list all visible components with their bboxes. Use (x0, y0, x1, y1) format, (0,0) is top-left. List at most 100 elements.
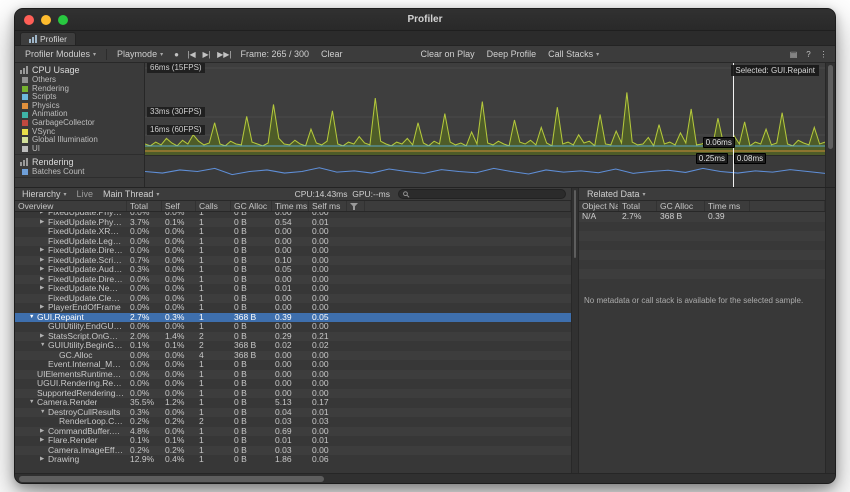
table-row[interactable]: ▶CommandBuffer.BeforeImageEffects4.8%0.0… (15, 427, 571, 437)
table-row[interactable]: ▼GUIUtility.BeginGUI() [Invoke]0.1%0.1%2… (15, 341, 571, 351)
expand-icon[interactable]: ▶ (40, 284, 48, 294)
modules-scrollbar[interactable] (825, 63, 835, 187)
legend-item[interactable]: UI (15, 145, 144, 154)
related-data-row[interactable]: N/A2.7%368 B0.39 (579, 212, 825, 222)
table-row[interactable]: SupportedRenderingFeatures0.0%0.0%10 B0.… (15, 389, 571, 399)
help-icon[interactable]: ? (802, 50, 815, 59)
expand-icon[interactable]: ▶ (40, 218, 48, 228)
table-row[interactable]: ▼DestroyCullResults0.3%0.0%10 B0.040.01 (15, 408, 571, 418)
expand-icon[interactable]: ▶ (40, 436, 48, 446)
table-row[interactable]: FixedUpdate.XRFixedUpdate0.0%0.0%10 B0.0… (15, 227, 571, 237)
calls-value: 1 (196, 379, 231, 389)
table-row[interactable]: GUIUtility.EndGUI() [Invoke]0.0%0.0%10 B… (15, 322, 571, 332)
table-row[interactable]: ▶FixedUpdate.NewInputFixedUpdate0.0%0.0%… (15, 284, 571, 294)
view-mode-dropdown[interactable]: Hierarchy ▾ (18, 189, 71, 200)
sample-table[interactable]: ▶FixedUpdate.Physics2DFixedUpdate0.0%0.0… (15, 212, 571, 473)
table-row[interactable]: UIElementsRuntimeUtilityNativeRepaint0.0… (15, 370, 571, 380)
table-row[interactable]: ▶Flare.Render0.1%0.1%10 B0.010.01 (15, 436, 571, 446)
right-scrollbar[interactable] (825, 188, 835, 473)
table-row[interactable]: ▶StatsScript.OnGUI() [Invoke]2.0%1.4%20 … (15, 332, 571, 342)
record-button[interactable]: ● (170, 50, 183, 59)
chart-column[interactable]: 66ms (15FPS) 33ms (30FPS) 16ms (60FPS) S… (145, 63, 825, 187)
expand-icon[interactable]: ▶ (40, 303, 48, 313)
horizontal-scrollbar[interactable] (15, 473, 835, 483)
table-row[interactable]: ▶FixedUpdate.AudioFixedUpdate0.3%0.0%10 … (15, 265, 571, 275)
table-row[interactable]: ▶PlayerEndOfFrame0.0%0.0%10 B0.000.00 (15, 303, 571, 313)
table-row[interactable]: RenderLoop.CleanupNodeQueue0.2%0.2%20 B0… (15, 417, 571, 427)
table-row[interactable]: ▶FixedUpdate.DirectorFixedSampleDeferred… (15, 275, 571, 285)
expand-icon[interactable]: ▶ (40, 256, 48, 266)
gc-alloc-value: 0 B (231, 360, 272, 370)
gc-alloc-value: 0 B (231, 446, 272, 456)
column-header-related-total[interactable]: Total (619, 201, 657, 211)
column-header-self[interactable]: Self (162, 201, 196, 211)
column-header-related-time[interactable]: Time ms (705, 201, 750, 211)
expand-icon[interactable]: ▶ (40, 275, 48, 285)
last-frame-button[interactable]: ▶▶| (215, 50, 233, 59)
deep-profile-toggle[interactable]: Deep Profile (482, 48, 542, 61)
filter-icon[interactable] (347, 201, 365, 211)
column-header-related-gc[interactable]: GC Alloc (657, 201, 705, 211)
context-menu-icon[interactable]: ⋮ (817, 50, 830, 59)
clear-button[interactable]: Clear (316, 48, 348, 61)
search-field[interactable] (398, 189, 566, 199)
table-row[interactable]: FixedUpdate.LegacyFixedAnimationUpdate0.… (15, 237, 571, 247)
collapse-icon[interactable]: ▼ (29, 313, 37, 323)
table-row[interactable]: ▶FixedUpdate.ScriptRunBehaviourFixedUpda… (15, 256, 571, 266)
table-row[interactable]: ▶FixedUpdate.PhysicsFixedUpdate3.7%0.1%1… (15, 218, 571, 228)
column-header-object-name[interactable]: Object Name (579, 201, 619, 211)
scrollbar-thumb[interactable] (828, 65, 833, 149)
current-frame-indicator[interactable] (733, 63, 734, 187)
collapse-icon[interactable]: ▼ (40, 341, 48, 351)
live-toggle[interactable]: Live (73, 189, 98, 200)
layout-icon[interactable]: ▤ (787, 50, 800, 59)
collapse-icon[interactable]: ▼ (29, 398, 37, 408)
table-row[interactable]: ▼Camera.Render35.5%1.2%10 B5.130.17 (15, 398, 571, 408)
profiler-modules-dropdown[interactable]: Profiler Modules ▾ (20, 48, 101, 61)
column-header-calls[interactable]: Calls (196, 201, 231, 211)
expand-icon[interactable]: ▶ (40, 246, 48, 256)
gc-alloc-value: 0 B (231, 294, 272, 304)
scrollbar-thumb[interactable] (19, 476, 324, 482)
column-header-self-ms[interactable]: Self ms (309, 201, 347, 211)
call-stacks-dropdown[interactable]: Call Stacks ▾ (543, 48, 604, 61)
table-row[interactable]: Event.Internal_MakeMasterEventCurrent0.0… (15, 360, 571, 370)
tab-profiler[interactable]: Profiler (20, 32, 76, 45)
legend-item[interactable]: Batches Count (15, 168, 144, 177)
next-frame-button[interactable]: ▶| (200, 50, 213, 59)
table-scrollbar[interactable] (571, 188, 579, 473)
related-data-dropdown[interactable]: Related Data ▾ (583, 189, 650, 200)
collapse-icon[interactable]: ▼ (40, 408, 48, 418)
expand-icon[interactable]: ▶ (40, 265, 48, 275)
table-row[interactable]: ▶Drawing12.9%0.4%10 B1.860.06 (15, 455, 571, 465)
self-ms-value: 0.01 (309, 408, 347, 418)
table-row[interactable]: GC.Alloc0.0%0.0%4368 B0.000.00 (15, 351, 571, 361)
expand-icon[interactable]: ▶ (40, 332, 48, 342)
table-header: Overview Total Self Calls GC Alloc Time … (15, 201, 571, 212)
search-input[interactable] (413, 190, 561, 199)
time-ms-value: 0.00 (272, 379, 309, 389)
first-frame-button[interactable]: |◀ (185, 50, 198, 59)
table-row[interactable]: UGUI.Rendering.RenderOverlays0.0%0.0%10 … (15, 379, 571, 389)
clear-on-play-toggle[interactable]: Clear on Play (416, 48, 480, 61)
close-button[interactable] (24, 15, 34, 25)
thread-dropdown[interactable]: Main Thread ▾ (99, 189, 163, 200)
expand-icon[interactable]: ▶ (40, 455, 48, 465)
total-value: 0.3% (127, 265, 162, 275)
column-header-time-ms[interactable]: Time ms (272, 201, 309, 211)
table-row[interactable]: ▶FixedUpdate.DirectorFixedUpdate0.0%0.0%… (15, 246, 571, 256)
table-row[interactable]: FixedUpdate.ClearLines0.0%0.0%10 B0.000.… (15, 294, 571, 304)
gc-alloc-value: 0 B (231, 275, 272, 285)
minimize-button[interactable] (41, 15, 51, 25)
column-header-total[interactable]: Total (127, 201, 162, 211)
expand-icon[interactable]: ▶ (40, 427, 48, 437)
zoom-button[interactable] (58, 15, 68, 25)
table-row[interactable]: ▼GUI.Repaint2.7%0.3%1368 B0.390.05 (15, 313, 571, 323)
scrollbar-thumb[interactable] (574, 190, 576, 258)
playmode-dropdown[interactable]: Playmode ▾ (112, 48, 168, 61)
titlebar[interactable]: Profiler (15, 9, 835, 31)
table-row[interactable]: Camera.ImageEffects0.2%0.2%10 B0.030.00 (15, 446, 571, 456)
sample-name: SupportedRenderingFeatures (37, 389, 124, 399)
column-header-overview[interactable]: Overview (15, 201, 127, 211)
column-header-gc-alloc[interactable]: GC Alloc (231, 201, 272, 211)
